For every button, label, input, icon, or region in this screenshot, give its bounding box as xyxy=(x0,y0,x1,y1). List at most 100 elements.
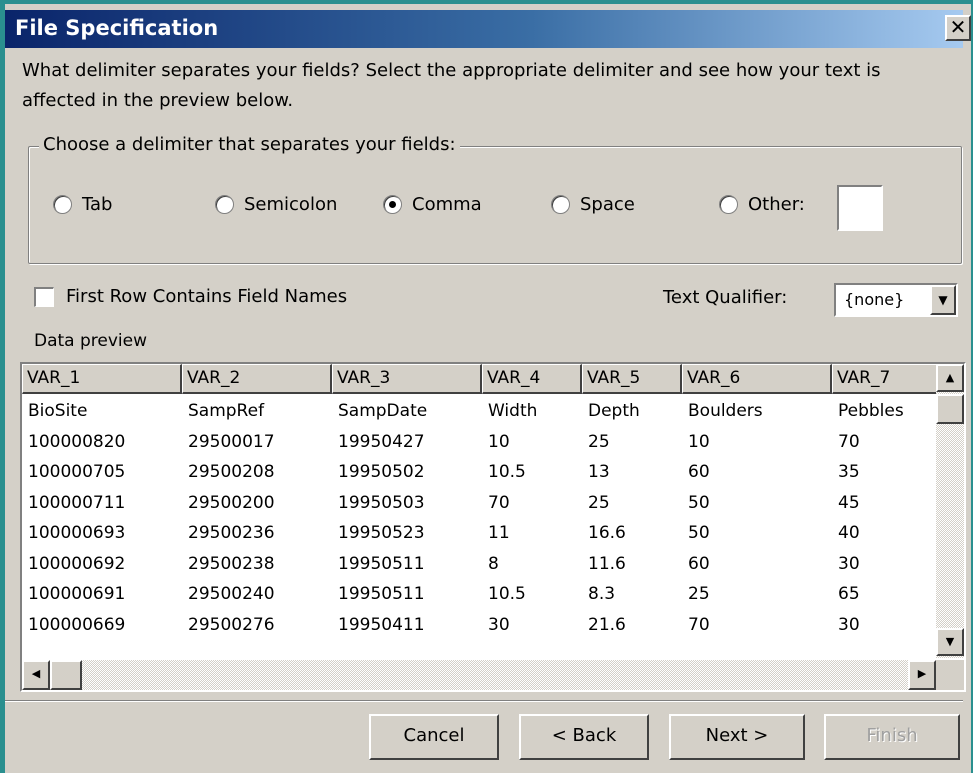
data-preview-grid[interactable]: VAR_1 VAR_2 VAR_3 VAR_4 VAR_5 VAR_6 VAR_7 BioS… xyxy=(20,362,966,692)
radio-semicolon[interactable]: Semicolon xyxy=(215,191,337,217)
first-row-field-names-option[interactable]: First Row Contains Field Names xyxy=(34,286,347,307)
table-cell: 11 xyxy=(488,523,510,543)
table-cell: 25 xyxy=(588,431,610,452)
table-cell: Width xyxy=(488,401,538,421)
table-cell: 100000692 xyxy=(28,553,126,574)
vertical-scrollbar[interactable]: ▲ ▼ xyxy=(936,364,964,658)
table-row: 100000669 29500276 19950411 30 21.6 70 30 xyxy=(22,610,938,641)
scroll-down-icon[interactable]: ▼ xyxy=(936,628,964,656)
table-cell: 19950411 xyxy=(338,614,425,635)
column-header[interactable]: VAR_6 xyxy=(682,364,832,394)
scroll-right-icon[interactable]: ▶ xyxy=(908,660,936,690)
table-cell: 70 xyxy=(688,614,710,635)
table-cell: 30 xyxy=(838,553,860,574)
table-cell: 13 xyxy=(588,462,610,482)
vertical-scroll-thumb[interactable] xyxy=(936,394,964,424)
data-preview-legend: Data preview xyxy=(34,331,152,351)
delimiter-group-legend: Choose a delimiter that separates your f… xyxy=(39,134,460,155)
table-cell: 35 xyxy=(838,462,860,482)
table-cell: 29500236 xyxy=(188,523,275,543)
table-cell: 100000693 xyxy=(28,523,126,543)
table-cell: 100000705 xyxy=(28,462,126,482)
close-button[interactable]: ✕ xyxy=(945,15,971,41)
other-delimiter-input[interactable] xyxy=(837,185,883,231)
radio-other-circle[interactable] xyxy=(719,194,738,214)
table-cell: 60 xyxy=(688,462,710,482)
text-qualifier-select[interactable]: {none} ▼ xyxy=(834,283,958,317)
finish-button: Finish xyxy=(824,714,960,760)
column-header[interactable]: VAR_7 xyxy=(832,364,938,394)
table-cell: SampRef xyxy=(188,401,265,421)
table-cell: 19950502 xyxy=(338,462,425,482)
table-cell: 10 xyxy=(688,431,710,452)
table-cell: 8.3 xyxy=(588,584,616,604)
dropdown-arrow-icon[interactable]: ▼ xyxy=(930,285,956,315)
table-cell: 29500238 xyxy=(188,553,275,574)
radio-comma-circle[interactable] xyxy=(383,194,402,214)
radio-tab[interactable]: Tab xyxy=(53,191,112,217)
table-row: 100000692 29500238 19950511 8 11.6 60 30 xyxy=(22,549,938,580)
table-cell: 10.5 xyxy=(488,584,526,604)
cancel-button[interactable]: Cancel xyxy=(369,714,499,760)
table-cell: 29500208 xyxy=(188,462,275,482)
table-cell: 10.5 xyxy=(488,462,526,482)
radio-comma[interactable]: Comma xyxy=(383,191,482,217)
footer-divider xyxy=(5,700,963,702)
table-cell: SampDate xyxy=(338,401,428,421)
title-bar[interactable]: File Specification ✕ xyxy=(5,10,971,48)
table-cell: 8 xyxy=(488,553,499,574)
radio-tab-circle[interactable] xyxy=(53,194,72,214)
radio-comma-label: Comma xyxy=(412,193,482,215)
table-cell: 65 xyxy=(838,584,860,604)
table-cell: 19950427 xyxy=(338,431,425,452)
column-header[interactable]: VAR_4 xyxy=(482,364,582,394)
table-cell: 29500240 xyxy=(188,584,275,604)
table-cell: 21.6 xyxy=(588,614,626,635)
table-cell: Depth xyxy=(588,401,640,421)
radio-other[interactable]: Other: xyxy=(719,191,805,217)
dialog-title: File Specification xyxy=(15,16,219,40)
table-cell: 50 xyxy=(688,492,710,513)
scroll-up-icon[interactable]: ▲ xyxy=(936,364,964,392)
first-row-field-names-checkbox[interactable] xyxy=(34,286,54,307)
table-row: 100000820 29500017 19950427 10 25 10 70 xyxy=(22,427,938,458)
first-row-field-names-label: First Row Contains Field Names xyxy=(66,286,348,307)
radio-semicolon-label: Semicolon xyxy=(244,193,338,215)
column-header[interactable]: VAR_2 xyxy=(182,364,332,394)
radio-selected-dot xyxy=(389,200,396,208)
table-row: BioSite SampRef SampDate Width Depth Boulders… xyxy=(22,396,938,427)
delimiter-groupbox: Choose a delimiter that separates your f… xyxy=(28,134,962,264)
instructions-text: What delimiter separates your fields? Se… xyxy=(22,60,881,111)
column-header[interactable]: VAR_3 xyxy=(332,364,482,394)
table-cell: 19950511 xyxy=(338,553,425,574)
text-qualifier-value: {none} xyxy=(844,290,905,309)
column-header[interactable]: VAR_1 xyxy=(22,364,182,394)
table-cell: 19950523 xyxy=(338,523,425,543)
table-cell: 60 xyxy=(688,553,710,574)
radio-semicolon-circle[interactable] xyxy=(215,194,234,214)
table-cell: 16.6 xyxy=(588,523,626,543)
table-cell: 29500017 xyxy=(188,431,275,452)
back-button[interactable]: < Back xyxy=(519,714,649,760)
table-cell: 25 xyxy=(688,584,710,604)
horizontal-scrollbar[interactable]: ◀ ▶ xyxy=(22,660,964,690)
text-qualifier-label: Text Qualifier: xyxy=(663,287,788,308)
grid-body: BioSite SampRef SampDate Width Depth Boulders… xyxy=(22,396,938,640)
scroll-left-icon[interactable]: ◀ xyxy=(22,660,50,690)
next-button[interactable]: Next > xyxy=(669,714,805,760)
table-cell: 70 xyxy=(488,492,510,513)
table-cell: 19950511 xyxy=(338,584,425,604)
table-cell: 100000691 xyxy=(28,584,126,604)
radio-space[interactable]: Space xyxy=(551,191,635,217)
radio-space-circle[interactable] xyxy=(551,194,570,214)
table-cell: 11.6 xyxy=(588,553,626,574)
table-cell: 70 xyxy=(838,431,860,452)
table-cell: 30 xyxy=(488,614,510,635)
radio-space-label: Space xyxy=(580,193,635,215)
table-cell: BioSite xyxy=(28,401,88,421)
table-cell: 29500200 xyxy=(188,492,275,513)
radio-tab-label: Tab xyxy=(82,193,113,215)
table-cell: 50 xyxy=(688,523,710,543)
column-header[interactable]: VAR_5 xyxy=(582,364,682,394)
horizontal-scroll-thumb[interactable] xyxy=(50,660,82,690)
